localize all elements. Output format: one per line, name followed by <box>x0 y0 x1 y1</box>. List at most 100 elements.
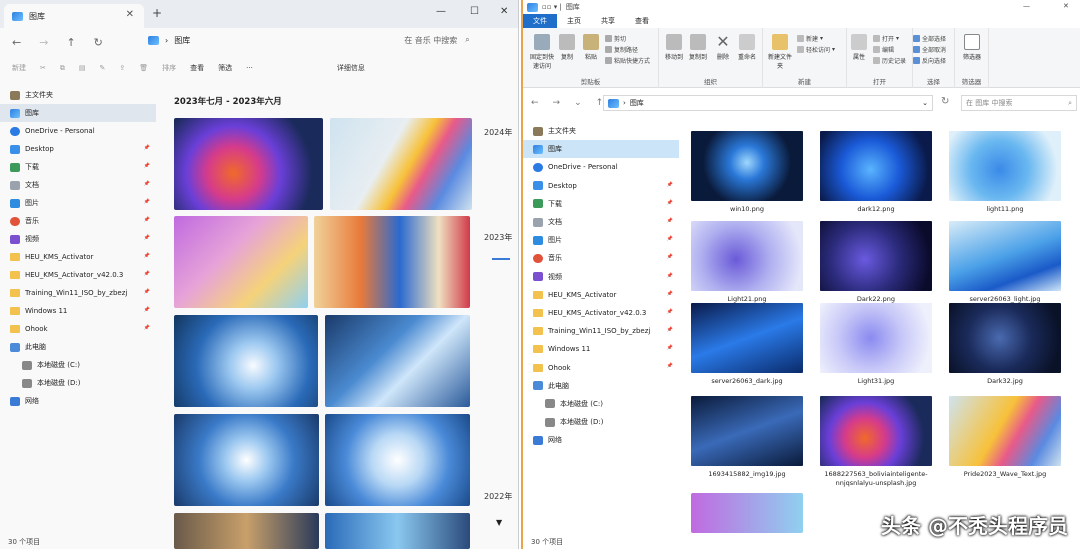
sidebar-item[interactable]: Desktop 📌 <box>523 177 679 195</box>
pin-icon[interactable]: 📌 <box>144 217 150 223</box>
refresh-icon[interactable]: ↻ <box>94 36 103 49</box>
sidebar-item[interactable]: 此电脑 <box>0 338 156 356</box>
address-bar[interactable]: › 图库 <box>148 30 358 50</box>
pin-icon[interactable]: 📌 <box>144 271 150 277</box>
forward-icon[interactable]: → <box>39 36 48 49</box>
sidebar-item[interactable]: 文档 📌 <box>523 213 679 231</box>
copy-button[interactable]: 复制 <box>557 34 577 61</box>
details-button[interactable]: 详细信息 <box>337 63 365 73</box>
copy-icon[interactable]: ⧉ <box>60 64 65 73</box>
pin-button[interactable]: 固定到快速访问 <box>529 34 555 70</box>
sidebar-item[interactable]: Windows 11 📌 <box>523 340 679 358</box>
easy-access-button[interactable]: 轻松访问 ▾ <box>797 45 835 54</box>
rename-icon[interactable]: ✎ <box>100 64 106 72</box>
pin-icon[interactable]: 📌 <box>667 236 673 242</box>
sort-button[interactable]: 排序 <box>162 63 176 73</box>
gallery-thumbnail[interactable] <box>174 414 319 506</box>
file-thumbnail[interactable] <box>691 493 803 533</box>
maximize-icon[interactable]: ☐ <box>470 6 479 17</box>
paste-shortcut-button[interactable]: 粘贴快捷方式 <box>605 56 650 65</box>
sidebar-item[interactable]: 网络 <box>523 431 679 449</box>
new-tab-button[interactable]: + <box>152 6 162 20</box>
tab-view[interactable]: 查看 <box>625 14 659 28</box>
tab-share[interactable]: 共享 <box>591 14 625 28</box>
gallery-thumbnail[interactable] <box>174 216 308 308</box>
gallery-thumbnail[interactable] <box>314 216 470 308</box>
pin-icon[interactable]: 📌 <box>144 235 150 241</box>
sidebar-item[interactable]: 本地磁盘 (D:) <box>523 413 679 431</box>
close-tab-icon[interactable]: ✕ <box>126 9 134 20</box>
gallery-thumbnail[interactable] <box>325 414 470 506</box>
sidebar-item[interactable]: 本地磁盘 (C:) <box>0 356 156 374</box>
sidebar-item[interactable]: 下载 📌 <box>523 195 679 213</box>
close-icon[interactable]: ✕ <box>1063 2 1069 10</box>
pin-icon[interactable]: 📌 <box>667 273 673 279</box>
open-button[interactable]: 打开 ▾ <box>873 34 899 43</box>
gallery-thumbnail[interactable] <box>330 118 472 210</box>
file-item[interactable]: Pride2023_Wave_Text.jpg <box>949 396 1061 479</box>
paste-icon[interactable]: ▤ <box>79 64 86 72</box>
pin-icon[interactable]: 📌 <box>144 199 150 205</box>
file-item[interactable]: win10.png <box>691 131 803 214</box>
year-marker[interactable]: 2022年 <box>484 491 512 502</box>
pin-icon[interactable]: 📌 <box>667 218 673 224</box>
minimize-icon[interactable]: — <box>436 6 446 17</box>
sidebar-item[interactable]: 图库 <box>523 140 679 159</box>
back-icon[interactable]: ← <box>531 98 539 108</box>
select-all-button[interactable]: 全部选择 <box>913 34 946 43</box>
sidebar-item[interactable]: Ohook 📌 <box>0 320 156 338</box>
refresh-icon[interactable]: ↻ <box>941 96 949 107</box>
pin-icon[interactable]: 📌 <box>144 289 150 295</box>
cut-button[interactable]: 剪切 <box>605 34 626 43</box>
address-bar[interactable]: › 图库 ⌄ <box>603 95 933 111</box>
sidebar-item[interactable]: 音乐 📌 <box>523 249 679 267</box>
paste-button[interactable]: 粘贴 <box>581 34 601 61</box>
gallery-thumbnail[interactable] <box>174 513 319 549</box>
properties-button[interactable]: 属性 <box>849 34 869 61</box>
delete-icon[interactable]: 🗑 <box>139 64 148 72</box>
pin-icon[interactable]: 📌 <box>667 309 673 315</box>
copy-to-button[interactable]: 复制到 <box>687 34 709 61</box>
rename-button[interactable]: 重命名 <box>735 34 759 61</box>
sidebar-item[interactable]: 视频 📌 <box>523 268 679 286</box>
sidebar-item[interactable]: 音乐 📌 <box>0 212 156 230</box>
year-marker[interactable]: 2024年 <box>484 127 512 138</box>
delete-button[interactable]: ✕ 删除 <box>713 34 733 62</box>
sidebar-item[interactable]: 网络 <box>0 392 156 410</box>
new-button[interactable]: 新建 <box>12 63 26 73</box>
share-icon[interactable]: ⇪ <box>119 64 125 72</box>
minimize-icon[interactable]: — <box>1023 2 1030 10</box>
file-item[interactable]: dark12.png <box>820 131 932 214</box>
file-item[interactable]: Light21.png <box>691 221 803 304</box>
year-marker[interactable]: 2023年 <box>484 232 512 243</box>
file-item[interactable]: 1693415882_img19.jpg <box>691 396 803 479</box>
file-item[interactable]: Dark32.jpg <box>949 303 1061 386</box>
gallery-thumbnail[interactable] <box>174 315 318 407</box>
pin-icon[interactable]: 📌 <box>667 327 673 333</box>
copy-path-button[interactable]: 复制路径 <box>605 45 638 54</box>
select-none-button[interactable]: 全部取消 <box>913 45 946 54</box>
filter-button[interactable]: 筛选 <box>218 63 232 73</box>
tab-file[interactable]: 文件 <box>523 14 557 28</box>
file-item[interactable]: server26063_light.jpg <box>949 221 1061 304</box>
search-input[interactable]: 在 音乐 中搜索 ⌕ <box>362 30 512 50</box>
file-item[interactable]: server26063_dark.jpg <box>691 303 803 386</box>
pin-icon[interactable]: 📌 <box>667 345 673 351</box>
move-to-button[interactable]: 移动到 <box>663 34 685 61</box>
close-icon[interactable]: ✕ <box>500 6 508 17</box>
sidebar-item[interactable]: HEU_KMS_Activator 📌 <box>523 286 679 304</box>
filter-button[interactable]: 筛选器 <box>959 34 985 61</box>
sidebar-item[interactable]: HEU_KMS_Activator_v42.0.3 📌 <box>0 266 156 284</box>
pin-icon[interactable]: 📌 <box>144 145 150 151</box>
sidebar-item[interactable]: Desktop 📌 <box>0 140 156 158</box>
edit-button[interactable]: 编辑 <box>873 45 894 54</box>
pin-icon[interactable]: 📌 <box>144 163 150 169</box>
up-icon[interactable]: ↑ <box>66 36 75 49</box>
sidebar-item[interactable]: 主文件夹 <box>523 122 679 140</box>
sidebar-item[interactable]: Ohook 📌 <box>523 358 679 376</box>
sidebar-item[interactable]: 此电脑 <box>523 377 679 395</box>
file-item[interactable]: Light31.jpg <box>820 303 932 386</box>
new-folder-button[interactable]: 新建文件夹 <box>767 34 793 70</box>
pin-icon[interactable]: 📌 <box>144 253 150 259</box>
pin-icon[interactable]: 📌 <box>667 363 673 369</box>
